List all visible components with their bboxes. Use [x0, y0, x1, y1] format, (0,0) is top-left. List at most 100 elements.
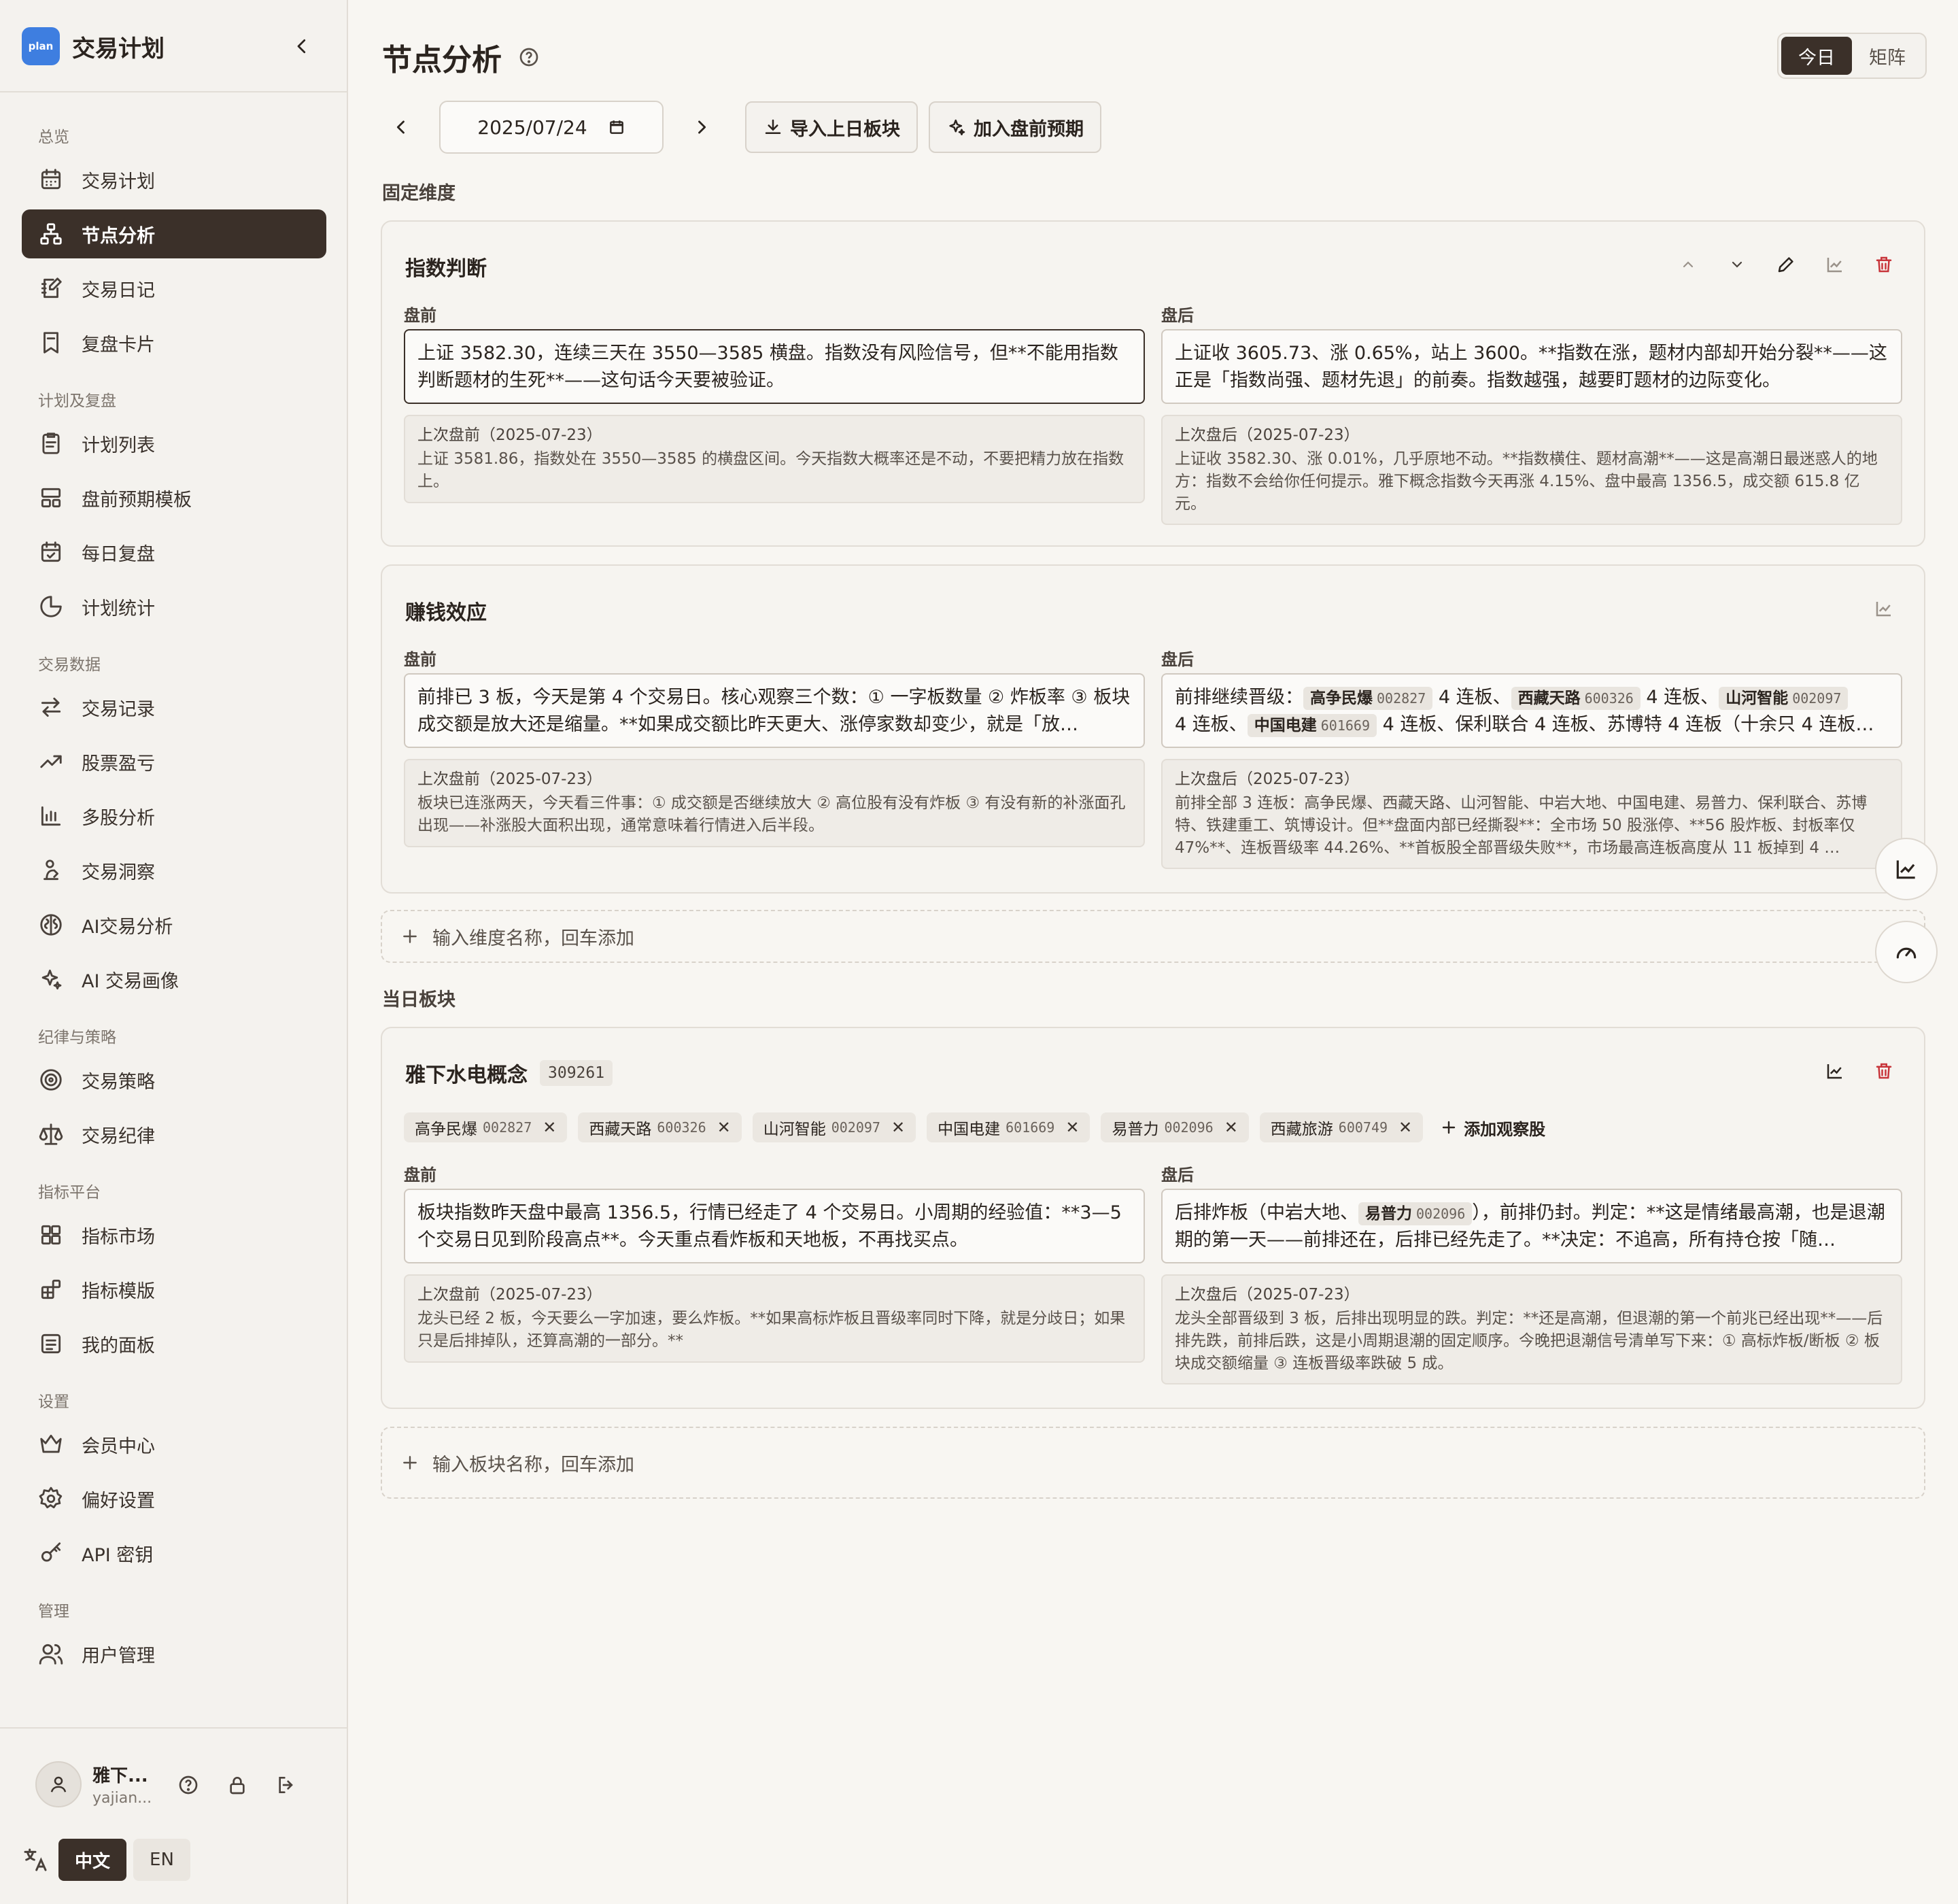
help-button[interactable]	[174, 1771, 203, 1799]
divider	[0, 91, 347, 92]
sidebar-item-label: AI交易分析	[82, 916, 173, 938]
trend-up-icon	[40, 755, 62, 768]
sidebar-item-users[interactable]: 用户管理	[22, 1629, 326, 1678]
premarket-textarea[interactable]: 上证 3582.30，连续三天在 3550—3585 横盘。指数没有风险信号，但…	[404, 329, 1145, 404]
remove-stock-button[interactable]: ✕	[1065, 1118, 1079, 1137]
floating-chart-button[interactable]	[1875, 838, 1938, 900]
sidebar-item-journal[interactable]: 交易日记	[22, 264, 326, 313]
stock-chip: 易普力 002096	[1358, 1202, 1473, 1225]
lock-icon	[230, 1777, 245, 1795]
sidebar-item-key[interactable]: API 密钥	[22, 1529, 326, 1578]
sidebar-item-grid[interactable]: 指标市场	[22, 1210, 326, 1259]
view-today-tab[interactable]: 今日	[1781, 37, 1852, 75]
add-watch-stock-button[interactable]: 添加观察股	[1441, 1116, 1545, 1140]
watch-stock-tag: 易普力 002096 ✕	[1101, 1112, 1249, 1142]
lang-en-button[interactable]: EN	[133, 1839, 190, 1881]
prev-day-button[interactable]	[382, 108, 420, 146]
brand[interactable]: plan 交易计划	[22, 27, 165, 65]
sidebar-item-calendar-check[interactable]: 每日复盘	[22, 528, 326, 577]
watch-stock-tag: 高争民爆 002827 ✕	[404, 1112, 568, 1142]
page-help-button[interactable]	[518, 46, 540, 68]
postmarket-textarea[interactable]: 前排继续晋级： 高争民爆 002827 4 连板、 西藏天路 600326 4 连板、山…	[1161, 673, 1902, 748]
sidebar-item-label: 计划统计	[82, 598, 155, 619]
sidebar-item-scale[interactable]: 交易纪律	[22, 1110, 326, 1159]
user-profile[interactable]: 雅下... yajian...	[35, 1761, 152, 1807]
postmarket-textarea[interactable]: 上证收 3605.73、涨 0.65%，站上 3600。**指数在涨，题材内部却…	[1161, 329, 1902, 404]
sidebar-item-target[interactable]: 交易策略	[22, 1055, 326, 1104]
import-sectors-button[interactable]: 导入上日板块	[745, 101, 918, 153]
line-chart-icon	[1827, 1064, 1842, 1079]
sidebar-item-label: 用户管理	[82, 1645, 155, 1667]
sidebar-item-sparkles[interactable]: AI 交易画像	[22, 955, 326, 1004]
lock-button[interactable]	[223, 1771, 252, 1799]
logout-button[interactable]	[272, 1771, 300, 1799]
view-matrix-tab[interactable]: 矩阵	[1852, 37, 1923, 75]
sector-card: 雅下水电概念 309261 高争民爆 002827 ✕ 西藏天路 600326 ✕ 山河智能…	[381, 1027, 1925, 1409]
blocks-icon	[41, 1279, 61, 1299]
sidebar-item-blocks[interactable]: 指标模版	[22, 1265, 326, 1314]
remove-stock-button[interactable]: ✕	[891, 1118, 905, 1137]
remove-stock-button[interactable]: ✕	[1398, 1118, 1412, 1137]
sidebar-item-brain[interactable]: AI交易分析	[22, 900, 326, 949]
date-value: 2025/07/24	[477, 116, 587, 139]
premarket-column: 盘前 板块指数昨天盘中最高 1356.5，行情已经走了 4 个交易日。小周期的经…	[404, 1161, 1145, 1363]
help-circle-icon	[179, 1775, 198, 1795]
delete-button[interactable]	[1871, 1058, 1897, 1084]
sidebar-item-label: 交易策略	[82, 1071, 155, 1093]
chart-button[interactable]	[1822, 252, 1848, 277]
trash-icon	[1876, 256, 1892, 273]
sidebar-item-nodes[interactable]: 节点分析	[22, 209, 326, 258]
previous-premarket: 上次盘前（2025-07-23） 龙头已经 2 板，今天要么一字加速，要么炸板。…	[404, 1274, 1145, 1363]
delete-button[interactable]	[1871, 252, 1897, 277]
sidebar-item-swap[interactable]: 交易记录	[22, 683, 326, 732]
next-day-button[interactable]	[683, 108, 721, 146]
chevron-up-icon	[1683, 261, 1694, 268]
stock-chip: 山河智能 002097	[1719, 686, 1849, 710]
move-down-button[interactable]	[1724, 252, 1750, 277]
sidebar-item-pie[interactable]: 计划统计	[22, 582, 326, 631]
page-header: 节点分析	[382, 35, 540, 79]
sidebar-item-crown[interactable]: 会员中心	[22, 1420, 326, 1469]
key-icon	[41, 1542, 61, 1562]
edit-button[interactable]	[1773, 252, 1799, 277]
sidebar-item-template[interactable]: 盘前预期模板	[22, 473, 326, 522]
sidebar-item-clipboard[interactable]: 计划列表	[22, 419, 326, 468]
add-sector-input[interactable]: 输入板块名称，回车添加	[381, 1427, 1925, 1499]
line-chart-icon	[1896, 860, 1915, 879]
chevron-left-icon	[297, 39, 306, 54]
sidebar-item-calendar[interactable]: 交易计划	[22, 155, 326, 204]
premarket-textarea[interactable]: 板块指数昨天盘中最高 1356.5，行情已经走了 4 个交易日。小周期的经验值：…	[404, 1189, 1145, 1263]
sidebar-item-label: 股票盈亏	[82, 753, 155, 775]
sidebar-item-trend-up[interactable]: 股票盈亏	[22, 737, 326, 786]
chart-button[interactable]	[1822, 1058, 1848, 1084]
floating-gauge-button[interactable]	[1875, 921, 1938, 983]
add-premarket-button[interactable]: 加入盘前预期	[929, 101, 1101, 153]
date-picker[interactable]: 2025/07/24	[439, 101, 664, 154]
plus-icon	[403, 930, 417, 943]
watch-stock-tag: 山河智能 002097 ✕	[752, 1112, 916, 1142]
page-title: 节点分析	[382, 43, 502, 78]
fixed-dimensions-label: 固定维度	[382, 183, 456, 204]
remove-stock-button[interactable]: ✕	[1224, 1118, 1238, 1137]
sector-name: 雅下水电概念	[405, 1064, 528, 1087]
clipboard-icon	[42, 432, 60, 454]
sidebar-item-insight[interactable]: 交易洞察	[22, 846, 326, 895]
remove-stock-button[interactable]: ✕	[717, 1118, 731, 1137]
collapse-sidebar-button[interactable]	[286, 30, 318, 63]
chart-button[interactable]	[1871, 596, 1897, 622]
add-dimension-input[interactable]: 输入维度名称，回车添加	[381, 910, 1925, 963]
target-icon	[40, 1069, 62, 1091]
premarket-textarea[interactable]: 前排已 3 板，今天是第 4 个交易日。核心观察三个数：① 一字板数量 ② 炸板…	[404, 673, 1145, 748]
sidebar-item-label: AI 交易画像	[82, 970, 179, 992]
move-up-button[interactable]	[1675, 252, 1701, 277]
sidebar-item-card[interactable]: 复盘卡片	[22, 318, 326, 367]
user-icon	[50, 1776, 67, 1792]
remove-stock-button[interactable]: ✕	[543, 1118, 556, 1137]
sidebar-item-bar-chart[interactable]: 多股分析	[22, 792, 326, 840]
nav-group-label: 纪律与策略	[38, 1029, 116, 1047]
postmarket-textarea[interactable]: 后排炸板（中岩大地、 易普力 002096 ），前排仍封。判定：**这是情绪最高潮，也…	[1161, 1189, 1902, 1263]
sidebar-item-panel[interactable]: 我的面板	[22, 1319, 326, 1368]
stock-chip: 高争民爆 002827	[1303, 686, 1433, 710]
sidebar-item-gear[interactable]: 偏好设置	[22, 1474, 326, 1523]
lang-zh-button[interactable]: 中文	[58, 1839, 127, 1881]
